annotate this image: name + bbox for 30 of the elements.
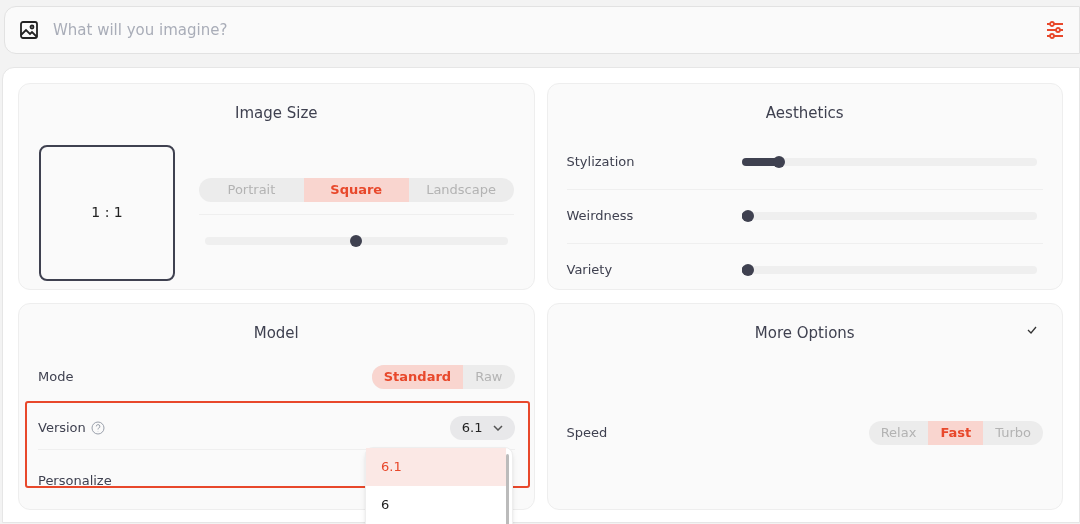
card-title: More Options bbox=[754, 323, 855, 344]
slider-label: Variety bbox=[566, 261, 614, 280]
scrollbar[interactable] bbox=[506, 454, 509, 524]
segment-option[interactable]: Square bbox=[303, 178, 409, 202]
card-title: Aesthetics bbox=[764, 103, 845, 124]
mode-label: Mode bbox=[38, 367, 74, 386]
menu-item[interactable]: 6.1 bbox=[366, 448, 506, 486]
segment-option[interactable]: Fast bbox=[928, 420, 984, 445]
version-dropdown[interactable]: 6.1 bbox=[449, 416, 515, 440]
card-title: Image Size bbox=[234, 103, 318, 124]
image-icon[interactable] bbox=[19, 20, 39, 40]
segment-option[interactable]: Portrait bbox=[199, 178, 304, 202]
card-title: Model bbox=[252, 323, 300, 344]
aspect-ratio-preview: 1 : 1 bbox=[39, 144, 175, 281]
personalize-label: Personalize bbox=[38, 472, 112, 488]
check-icon[interactable] bbox=[1027, 326, 1037, 334]
settings-sliders-icon[interactable] bbox=[1045, 20, 1065, 40]
prompt-input[interactable]: What will you imagine? bbox=[53, 18, 1031, 42]
slider-label: Weirdness bbox=[566, 207, 635, 226]
segment-option[interactable]: Standard bbox=[371, 364, 464, 389]
segment-option[interactable]: Turbo bbox=[983, 420, 1043, 445]
slider-label: Stylization bbox=[566, 152, 636, 171]
segment-option[interactable]: Relax bbox=[868, 420, 929, 445]
segment-option[interactable]: Landscape bbox=[408, 178, 514, 202]
prompt-field[interactable]: What will you imagine? bbox=[4, 6, 1080, 54]
speed-label: Speed bbox=[566, 423, 608, 442]
menu-item[interactable]: 6 bbox=[366, 486, 506, 524]
segment-option[interactable]: Raw bbox=[463, 364, 515, 389]
version-label: Version bbox=[38, 419, 86, 438]
chevron-down-icon bbox=[492, 425, 503, 431]
